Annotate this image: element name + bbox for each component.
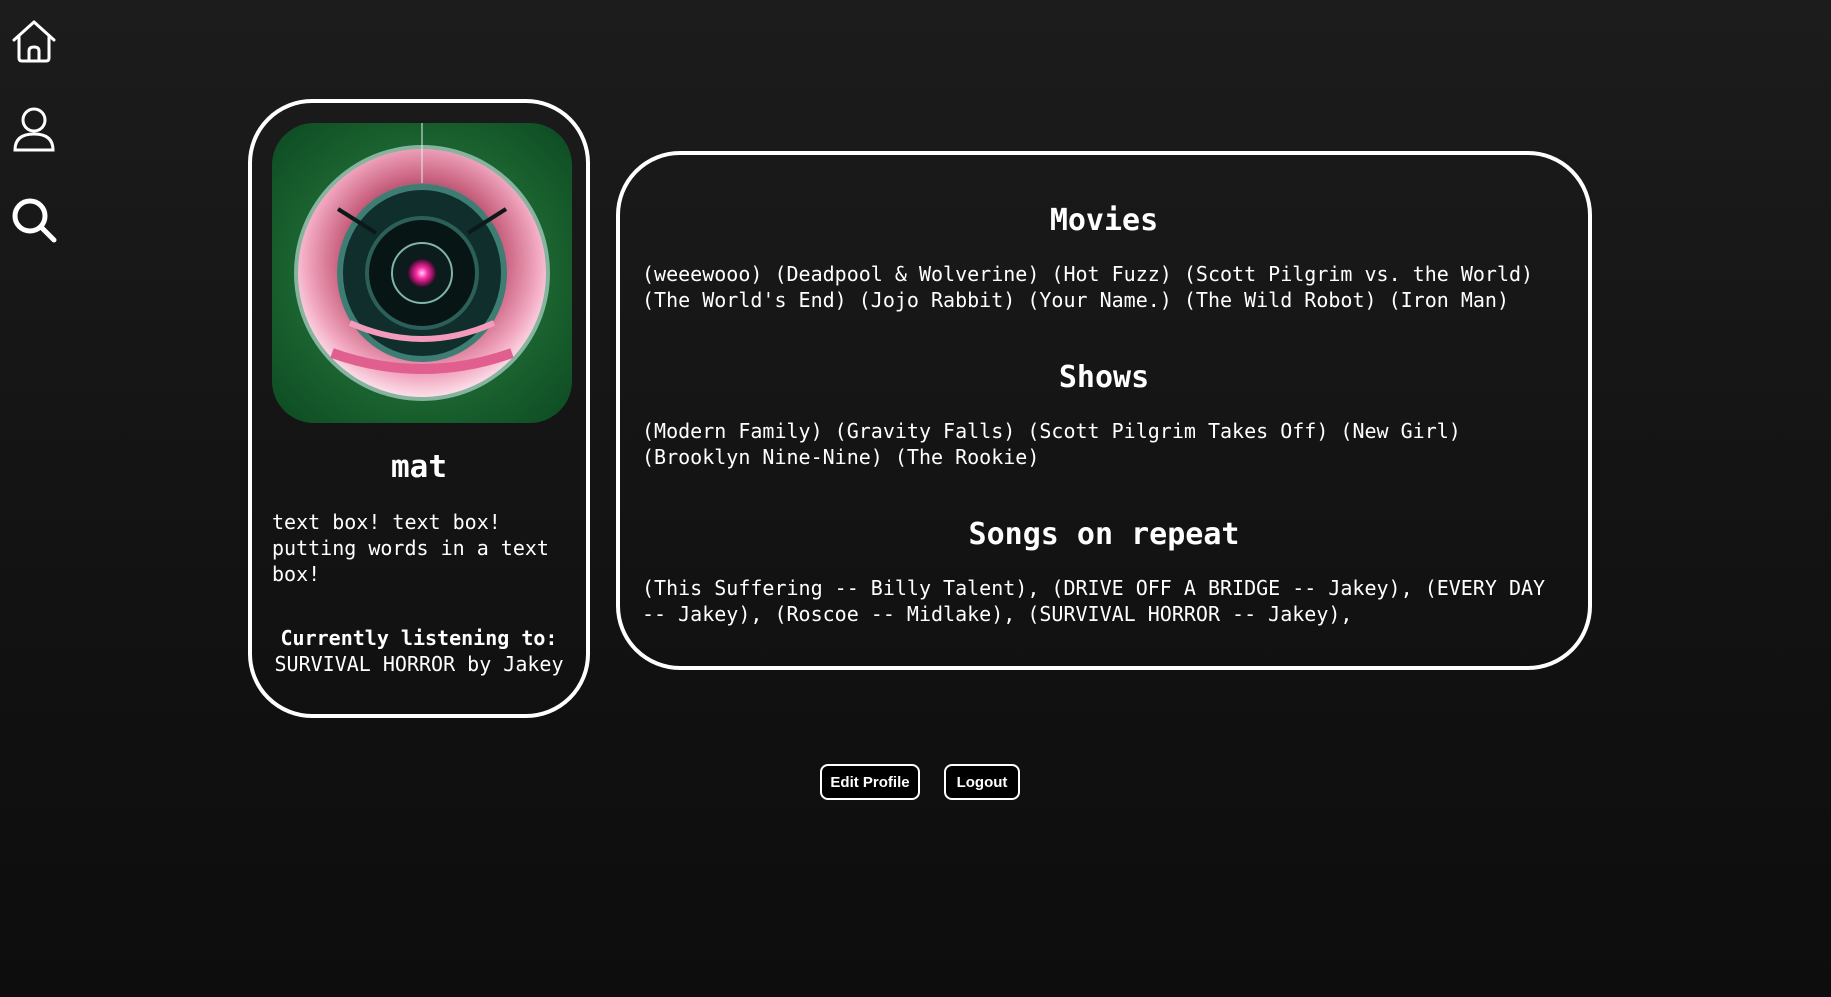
list-item: (Deadpool & Wolverine) xyxy=(774,262,1040,286)
list-item: (Hot Fuzz) xyxy=(1051,262,1172,286)
interests-card: Movies (weeewooo) (Deadpool & Wolverine)… xyxy=(616,151,1592,670)
movies-list: (weeewooo) (Deadpool & Wolverine) (Hot F… xyxy=(642,261,1562,313)
list-item: (This Suffering -- Billy Talent), xyxy=(642,576,1040,600)
list-item: (Roscoe -- Midlake), xyxy=(774,602,1016,626)
edit-profile-button[interactable]: Edit Profile xyxy=(820,764,920,800)
list-item: (Scott Pilgrim Takes Off) xyxy=(1027,419,1329,443)
avatar xyxy=(272,123,572,423)
user-icon[interactable] xyxy=(10,106,58,154)
list-item: (Scott Pilgrim vs. the World) xyxy=(1183,262,1534,286)
shows-title: Shows xyxy=(1058,360,1150,395)
username: mat xyxy=(391,449,447,485)
list-item: (The Wild Robot) xyxy=(1183,288,1377,312)
list-item: (New Girl) xyxy=(1340,419,1461,443)
listening-value: SURVIVAL HORROR by Jakey xyxy=(274,652,564,676)
bio-text: text box! text box! putting words in a t… xyxy=(272,510,549,586)
movies-title: Movies xyxy=(1049,203,1159,238)
home-icon[interactable] xyxy=(10,18,58,66)
list-item: (The World's End) xyxy=(642,288,847,312)
listening-label: Currently listening to: xyxy=(280,626,558,650)
list-item: (Gravity Falls) xyxy=(834,419,1016,443)
list-item: (weeewooo) xyxy=(642,262,763,286)
list-item: (Modern Family) xyxy=(642,419,823,443)
list-item: (DRIVE OFF A BRIDGE -- Jakey), xyxy=(1051,576,1413,600)
list-item: (Your Name.) xyxy=(1027,288,1172,312)
logout-button[interactable]: Logout xyxy=(944,764,1020,800)
list-item: (Brooklyn Nine-Nine) xyxy=(642,445,883,469)
shows-list: (Modern Family) (Gravity Falls) (Scott P… xyxy=(642,418,1562,470)
list-item: (Jojo Rabbit) xyxy=(858,288,1016,312)
list-item: (SURVIVAL HORROR -- Jakey), xyxy=(1027,602,1353,626)
search-icon[interactable] xyxy=(10,196,58,244)
songs-title: Songs on repeat xyxy=(968,517,1240,552)
songs-list: (This Suffering -- Billy Talent), (DRIVE… xyxy=(642,575,1562,627)
list-item: (The Rookie) xyxy=(894,445,1040,469)
list-item: (Iron Man) xyxy=(1388,288,1510,312)
profile-card: mat text box! text box! putting words in… xyxy=(248,99,590,718)
currently-listening: Currently listening to: SURVIVAL HORROR … xyxy=(252,625,586,677)
